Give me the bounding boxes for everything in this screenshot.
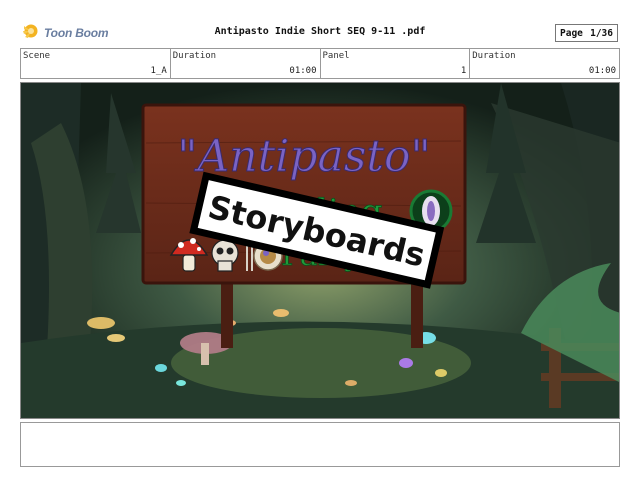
- page-number: 1/36: [590, 27, 613, 39]
- duration-value: 01:00: [289, 66, 317, 76]
- page-indicator: Page 1/36: [555, 24, 618, 42]
- scene-cell: Scene 1_A: [21, 49, 171, 78]
- panel-duration-cell: Duration 01:00: [470, 49, 619, 78]
- duration-label: Duration: [472, 51, 516, 61]
- panel-label: Panel: [322, 51, 350, 61]
- scene-value: 1_A: [150, 66, 167, 76]
- duration-value: 01:00: [588, 66, 616, 76]
- scene-duration-cell: Duration 01:00: [171, 49, 321, 78]
- panel-info-row: Scene 1_A Duration 01:00 Panel 1 Duratio…: [20, 48, 620, 79]
- forest-sign-artwork: "Antipasto" Crawling Party: [21, 83, 619, 418]
- page-label: Page: [560, 27, 583, 39]
- duration-label: Duration: [172, 51, 217, 61]
- panel-value: 1: [460, 66, 467, 76]
- scene-label: Scene: [23, 51, 51, 61]
- sign-title: "Antipasto": [177, 131, 431, 182]
- header-bar: Toon Boom Antipasto Indie Short SEQ 9-11…: [0, 0, 640, 44]
- panel-cell: Panel 1: [321, 49, 471, 78]
- panel-notes-box[interactable]: [20, 422, 620, 467]
- storyboard-panel-image[interactable]: "Antipasto" Crawling Party: [20, 82, 620, 419]
- document-title: Antipasto Indie Short SEQ 9-11 .pdf: [214, 26, 426, 37]
